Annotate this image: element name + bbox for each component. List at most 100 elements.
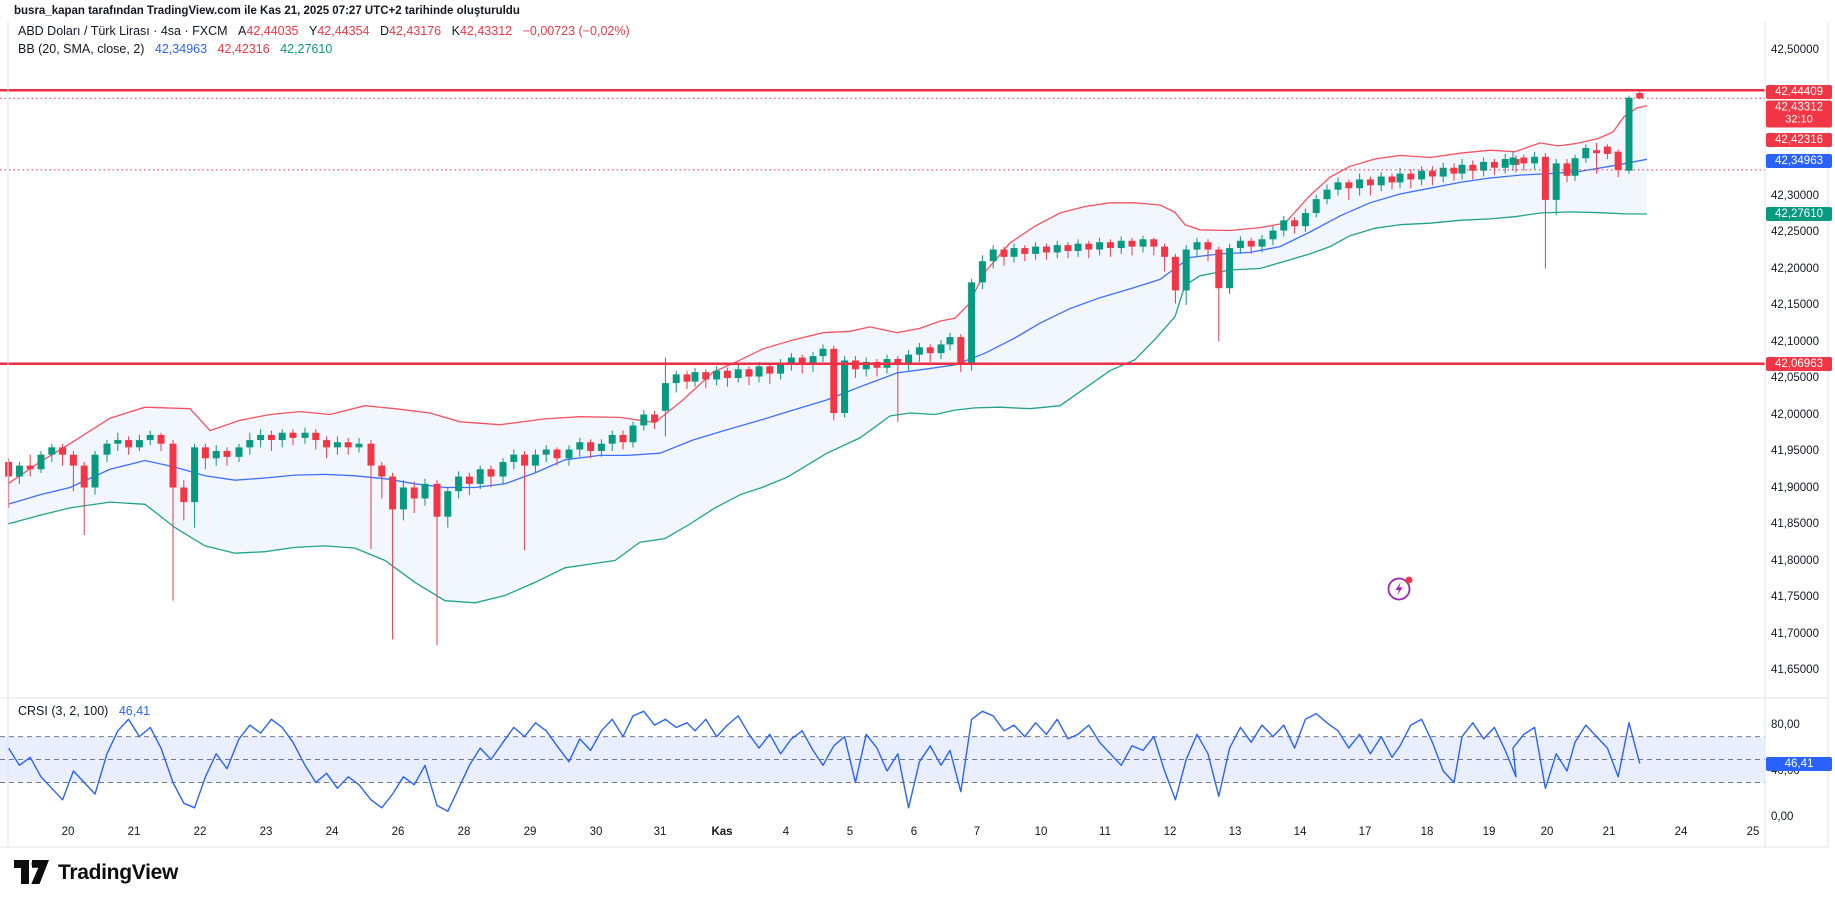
candle-body (820, 349, 827, 356)
candle-body (466, 477, 473, 484)
candle-body (1615, 152, 1622, 170)
time-label: 14 (1294, 826, 1307, 838)
candle-body (1451, 168, 1458, 174)
time-label: 30 (590, 826, 603, 838)
crsi-value: 46,41 (119, 704, 150, 718)
candle-body (1491, 162, 1498, 168)
bb-title: BB (20, SMA, close, 2) (18, 42, 144, 56)
bb-basis-label: 42,34963 (1766, 154, 1832, 168)
price-tick: 41,85000 (1771, 518, 1819, 530)
price-tick: 42,50000 (1771, 44, 1819, 56)
time-label: 25 (1747, 826, 1760, 838)
time-label: 23 (260, 826, 273, 838)
candle-body (1011, 248, 1018, 257)
candle-body (756, 366, 763, 376)
candle-body (554, 450, 561, 459)
close-label: K (452, 24, 460, 38)
candle-body (1096, 242, 1103, 249)
candle-body (1582, 148, 1589, 158)
candle-body (521, 455, 528, 466)
candle-body (651, 415, 658, 422)
candle-body (302, 433, 309, 438)
time-label: 21 (1603, 826, 1616, 838)
candle-body (1335, 182, 1342, 189)
candle-body (702, 372, 709, 379)
candle-body (1107, 242, 1114, 248)
time-label: 20 (62, 826, 75, 838)
candle-body (1626, 98, 1633, 171)
candle-body (1604, 147, 1611, 154)
candle-body (927, 347, 934, 353)
time-label: 7 (974, 826, 980, 838)
candle-body (389, 477, 396, 510)
tradingview-logo[interactable]: TradingView (14, 860, 178, 885)
candle-body (532, 455, 539, 466)
crsi-value-label: 46,41 (1766, 757, 1832, 771)
price-tick: 41,70000 (1771, 628, 1819, 640)
time-axis[interactable]: 20212223242628293031Kas45671011121314171… (0, 818, 1765, 848)
candle-body (640, 415, 647, 426)
candle-body (1345, 182, 1352, 188)
candle-body (1280, 220, 1287, 230)
candle-body (213, 451, 220, 458)
candle-body (1140, 239, 1147, 246)
time-label: 24 (1675, 826, 1688, 838)
candle-body (290, 433, 297, 438)
time-label: 6 (911, 826, 917, 838)
candle-body (1520, 158, 1527, 164)
crsi-indicator-legend[interactable]: CRSI (3, 2, 100) 46,41 (18, 704, 150, 718)
change-value: −0,00723 (−0,02%) (523, 24, 630, 38)
candle-body (1510, 158, 1517, 165)
candle-body (1065, 245, 1072, 251)
candle-body (1356, 179, 1363, 188)
candle-body (1291, 220, 1298, 226)
price-tick: 42,25000 (1771, 226, 1819, 238)
candle-body (1418, 171, 1425, 180)
candle-body (202, 447, 209, 458)
candle-body (1542, 157, 1549, 200)
time-label: 18 (1421, 826, 1434, 838)
quick-alert-button[interactable] (1386, 574, 1414, 602)
candle-body (916, 347, 923, 354)
candle-body (841, 360, 848, 413)
low-value: 42,43176 (389, 24, 441, 38)
candle-body (378, 466, 385, 477)
candle-body (500, 462, 507, 477)
bar-countdown: 32:10 (1766, 114, 1832, 127)
tradingview-logo-text: TradingView (58, 861, 178, 885)
candle-body (1118, 241, 1125, 248)
candle-body (1054, 245, 1061, 252)
candle-body (673, 374, 680, 383)
crsi-tick: 0,00 (1771, 811, 1793, 823)
price-tick: 41,75000 (1771, 591, 1819, 603)
time-label: 28 (458, 826, 471, 838)
candle-body (543, 450, 550, 455)
candle-body (1531, 157, 1538, 164)
time-label: 17 (1359, 826, 1372, 838)
candle-body (576, 442, 583, 449)
bb-indicator-legend[interactable]: BB (20, SMA, close, 2) 42,34963 42,42316… (18, 42, 332, 56)
notification-dot (1406, 577, 1413, 584)
candle-body (1553, 163, 1560, 200)
candle-body (1324, 190, 1331, 199)
candle-body (323, 440, 330, 447)
time-label: 22 (194, 826, 207, 838)
candle-body (158, 435, 165, 444)
price-tick: 41,65000 (1771, 664, 1819, 676)
candle-body (246, 440, 253, 447)
price-tick: 42,05000 (1771, 372, 1819, 384)
candle-body (356, 444, 363, 448)
symbol-legend[interactable]: ABD Doları / Türk Lirası · 4sa · FXCM A4… (18, 24, 630, 38)
candle-body (510, 455, 517, 462)
candle-body (1001, 250, 1008, 257)
candle-body (279, 433, 286, 440)
candle-body (1161, 247, 1168, 257)
chart-canvas[interactable] (0, 0, 1835, 909)
candle-body (713, 371, 720, 380)
time-label: 26 (392, 826, 405, 838)
candle-body (334, 442, 341, 447)
candle-body (1593, 150, 1600, 153)
candle-body (38, 455, 45, 470)
time-label: 4 (783, 826, 789, 838)
candle-body (1183, 250, 1190, 291)
